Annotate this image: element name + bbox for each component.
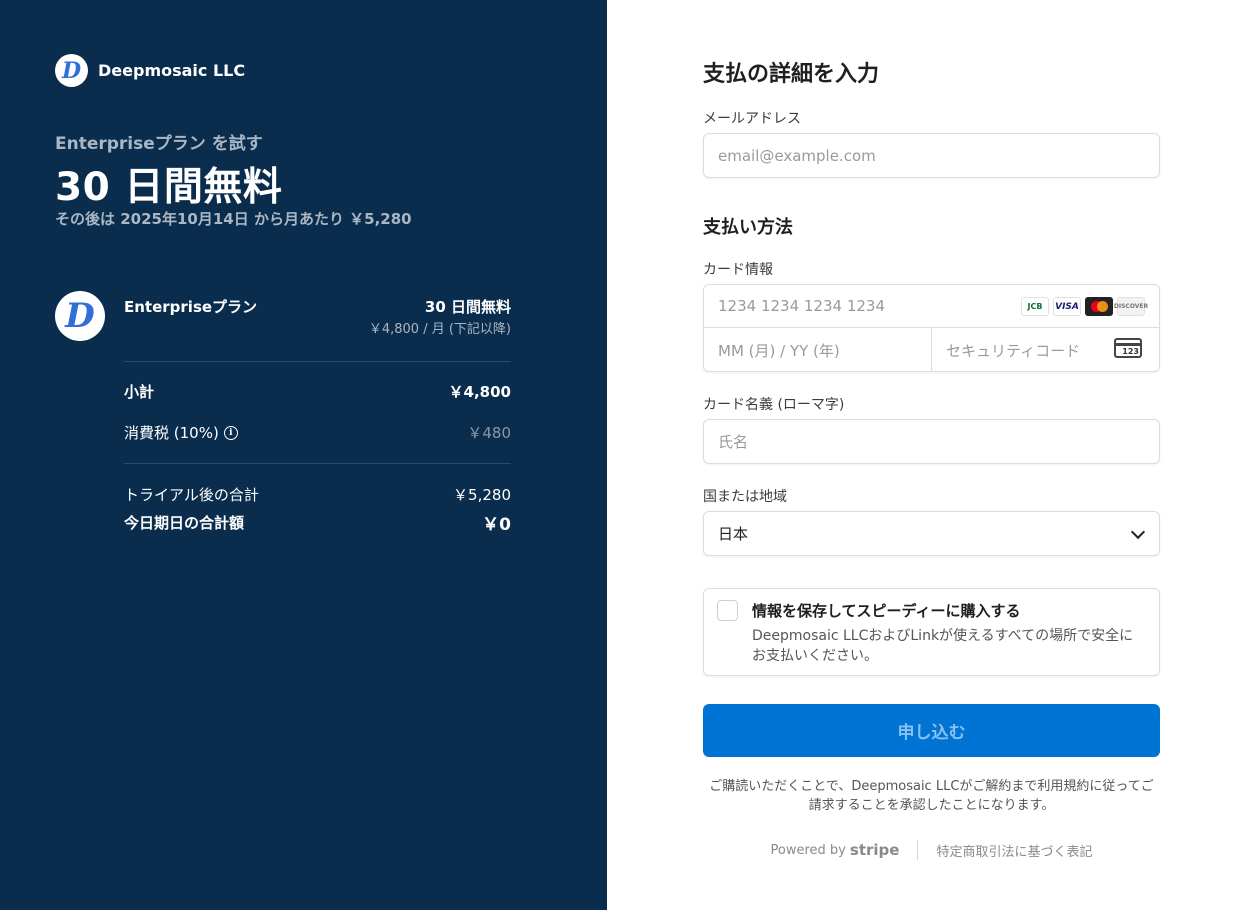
today-total-label: 今日期日の合計額 [124,514,245,532]
merchant-name: Deepmosaic LLC [98,61,246,80]
save-info-title: 情報を保存してスピーディーに購入する [752,602,1021,620]
powered-by-stripe[interactable]: Powered by stripe [771,841,900,859]
email-field[interactable]: email@example.com [703,133,1160,178]
line-item-price: 30 日間無料 [424,298,511,316]
card-expiry-field[interactable]: MM (月) / YY (年) [704,328,932,372]
payment-form-panel: 支払の詳細を入力 メールアドレス email@example.com 支払い方法… [607,0,1245,910]
info-icon[interactable]: i [223,425,238,440]
country-select[interactable]: 日本 [703,511,1160,556]
trial-headline: 30 日間無料 [55,165,283,210]
card-brands: JCB VISA DISCOVER [1021,297,1148,316]
divider [124,361,511,362]
tax-value: ￥480 [467,424,511,442]
after-trial-value: ￥5,280 [453,486,511,504]
save-info-description: Deepmosaic LLCおよびLinkが使えるすべての場所で安全にお支払いく… [752,628,1134,664]
powered-by-label: Powered by [770,842,846,858]
merchant-brand[interactable]: D Deepmosaic LLC [55,54,245,87]
mastercard-icon [1085,297,1113,316]
legal-notice-link[interactable]: 特定商取引法に基づく表記 [936,841,1092,860]
after-trial-row: トライアル後の合計 ￥5,280 [124,484,511,505]
tax-label: 消費税 (10%) [124,424,219,442]
merchant-logo: D [55,54,88,87]
footer: Powered by stripe 特定商取引法に基づく表記 [703,840,1160,860]
line-item-price-sub: ￥4,800 / 月 (下記以降) [368,322,511,337]
divider [124,463,511,464]
jcb-icon: JCB [1021,297,1049,316]
stripe-logo: stripe [849,841,900,859]
footer-divider [917,840,919,860]
card-cvc-field[interactable]: セキュリティコード 123 [932,328,1160,372]
save-info-box: 情報を保存してスピーディーに購入する Deepmosaic LLCおよびLink… [703,588,1160,676]
today-total-value: ￥0 [482,515,511,535]
card-number-placeholder: 1234 1234 1234 1234 [718,297,885,315]
order-summary-panel: D Deepmosaic LLC Enterpriseプラン を試す 30 日間… [0,0,607,910]
visa-icon: VISA [1053,297,1081,316]
line-item-name: Enterpriseプラン [124,298,258,316]
tax-row: 消費税 (10%) i ￥480 [124,422,511,443]
cardholder-name-field[interactable]: 氏名 [703,419,1160,464]
trial-note: その後は 2025年10月14日 から月あたり ￥5,280 [55,210,412,228]
terms-text: ご購読いただくことで、Deepmosaic LLCがご解約まで利用規約に従ってご… [709,779,1154,813]
card-info-label: カード情報 [703,262,773,278]
card-number-field[interactable]: 1234 1234 1234 1234 JCB VISA DISCOVER [704,285,1159,328]
today-total-row: 今日期日の合計額 ￥0 [124,510,511,535]
subtotal-label: 小計 [124,383,155,401]
payment-method-title: 支払い方法 [703,217,793,238]
trial-subtitle: Enterpriseプラン を試す [55,134,263,154]
subtotal-value: ￥4,800 [448,383,511,401]
after-trial-label: トライアル後の合計 [124,486,259,504]
save-info-checkbox[interactable] [717,600,738,621]
email-label: メールアドレス [703,111,801,127]
form-title: 支払の詳細を入力 [703,62,880,87]
product-logo: D [55,291,105,341]
cvc-placeholder: セキュリティコード [946,341,1081,360]
country-label: 国または地域 [703,489,787,505]
discover-icon: DISCOVER [1114,297,1148,316]
subtotal-row: 小計 ￥4,800 [124,381,511,402]
cardholder-label: カード名義 (ローマ字) [703,397,845,413]
chevron-down-icon [1130,524,1146,540]
card-input-group: 1234 1234 1234 1234 JCB VISA DISCOVER MM… [703,284,1160,372]
subscribe-button[interactable]: 申し込む [703,704,1160,757]
cvc-card-icon: 123 [1114,338,1142,358]
country-value: 日本 [718,525,749,543]
tax-label-wrap: 消費税 (10%) i [124,422,238,443]
